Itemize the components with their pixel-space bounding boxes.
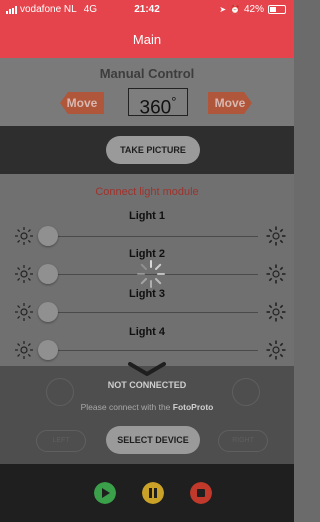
lights-section: Connect light module Light 1 Light 2 Lig… [0,174,294,366]
playback-controls [0,464,294,522]
light-1-slider-thumb[interactable] [38,226,58,246]
sun-dim-icon [15,341,33,359]
light-1-label: Light 1 [128,210,166,222]
connection-overlay: LEFT RIGHT NOT CONNECTED Please connect … [0,362,294,464]
background-right-button: RIGHT [218,430,268,452]
nav-bar: Main [0,20,294,58]
manual-control-label: Manual Control [99,66,195,81]
status-bar: vodafone NL 4G 21:42 ➤ ⏰ 42% [0,0,294,20]
sun-dim-icon [15,227,33,245]
degrees-input[interactable]: 360° [128,88,188,119]
connection-message: Please connect with the FotoProto [0,402,294,412]
alarm-icon: ⏰ [230,5,240,14]
location-icon: ➤ [219,5,227,14]
background-left-button: LEFT [36,430,86,452]
battery-fill [270,7,276,12]
light-1-slider-track[interactable] [44,236,258,237]
sun-bright-icon [266,340,286,360]
loading-spinner-icon [137,260,165,288]
light-4-label: Light 4 [128,326,166,338]
degree-unit: ° [171,94,177,109]
sun-dim-icon [15,265,33,283]
select-device-button[interactable]: SELECT DEVICE [106,426,200,454]
light-3-slider-track[interactable] [44,312,258,313]
sun-bright-icon [266,302,286,322]
page-title: Main [132,32,162,47]
light-3-slider-thumb[interactable] [38,302,58,322]
manual-control-section: Manual Control Move 360° Move [0,58,294,126]
message-text: Please connect with the [80,402,173,412]
light-4-slider-track[interactable] [44,350,258,351]
chevron-down-icon [128,362,166,376]
play-icon[interactable] [94,482,116,504]
take-picture-button[interactable]: TAKE PICTURE [106,136,200,164]
sun-dim-icon [15,303,33,321]
battery-icon [268,5,286,14]
move-right-button[interactable]: Move [208,92,252,114]
take-picture-section: TAKE PICTURE [0,126,294,174]
stop-icon[interactable] [190,482,212,504]
sun-bright-icon [266,264,286,284]
status-right: ➤ ⏰ 42% [219,4,286,15]
degrees-value: 360 [139,97,172,119]
move-left-button[interactable]: Move [60,92,104,114]
connection-status: NOT CONNECTED [107,380,187,390]
battery-percent: 42% [243,4,264,15]
brand-name: FotoProto [172,402,214,412]
pause-icon[interactable] [142,482,164,504]
sun-bright-icon [266,226,286,246]
light-4-slider-thumb[interactable] [38,340,58,360]
light-2-slider-thumb[interactable] [38,264,58,284]
connect-light-module-link[interactable]: Connect light module [0,186,294,198]
